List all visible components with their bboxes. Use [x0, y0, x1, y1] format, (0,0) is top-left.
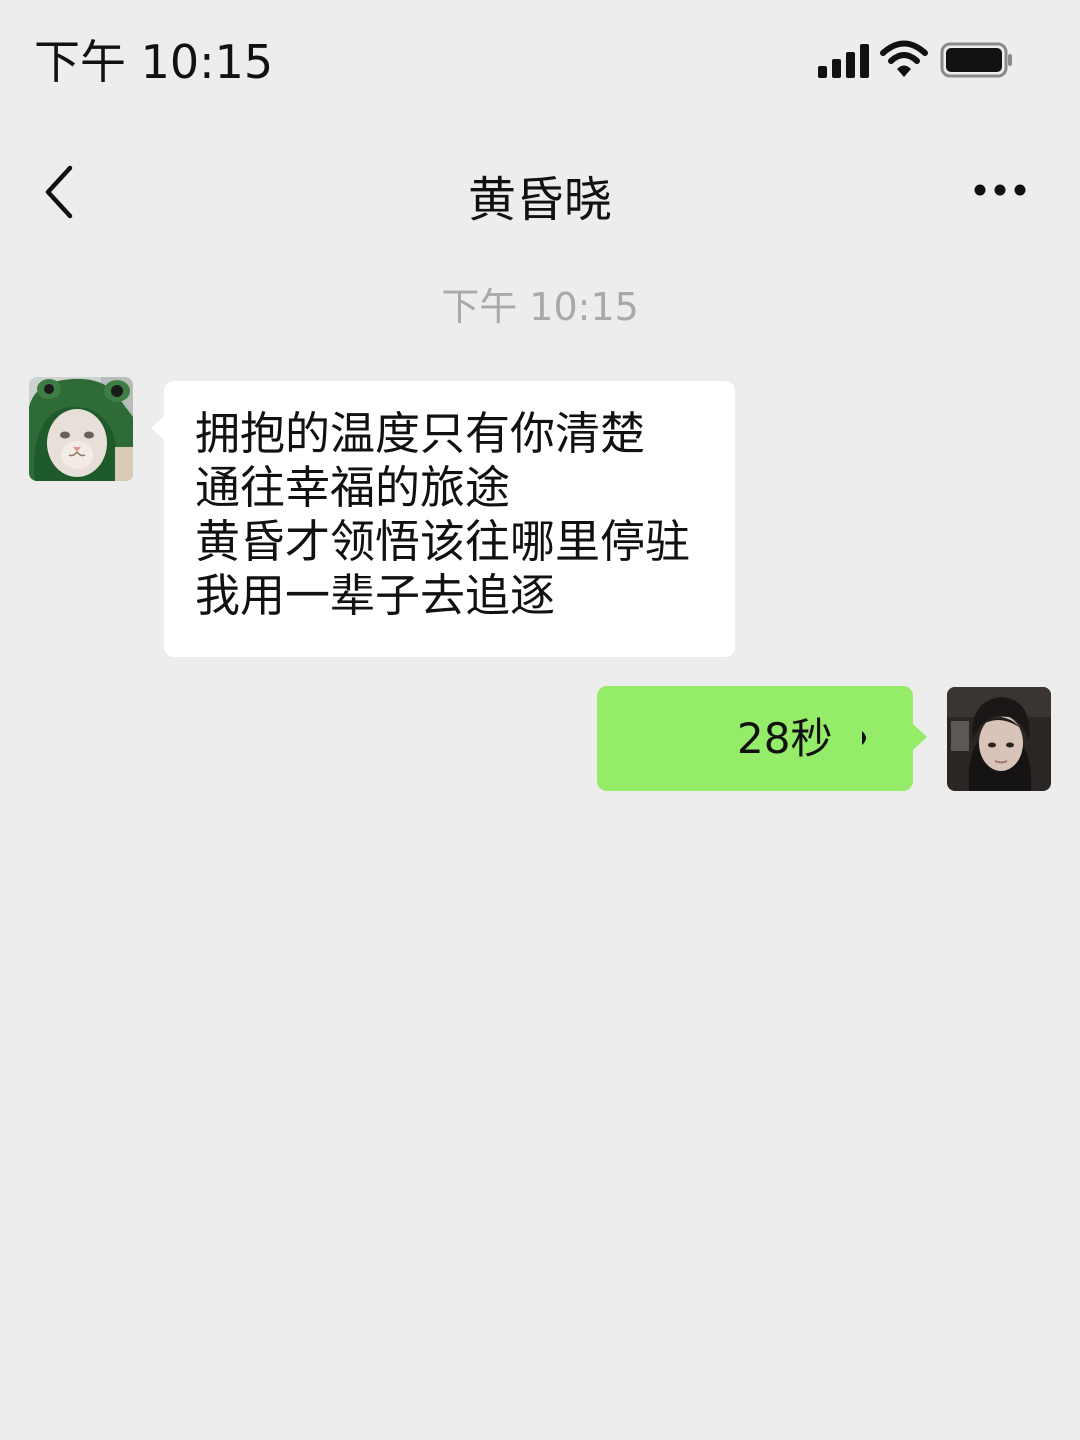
message-line: 黄昏才领悟该往哪里停驻 — [195, 515, 691, 568]
message-line: 我用一辈子去追逐 — [195, 569, 556, 622]
voice-duration: 28秒 — [737, 714, 833, 763]
nav-bar: 黄昏晓 — [0, 140, 1080, 250]
incoming-message-bubble[interactable]: 拥抱的温度只有你清楚 通往幸福的旅途 黄昏才领悟该往哪里停驻 我用一辈子去追逐 — [151, 381, 735, 657]
status-bar: 下午 10:15 — [0, 0, 1080, 120]
chat-title: 黄昏晓 — [467, 172, 612, 228]
message-line: 拥抱的温度只有你清楚 — [195, 407, 646, 460]
signal-icon — [818, 44, 869, 78]
status-time: 下午 10:15 — [34, 35, 274, 89]
voice-message-bubble[interactable]: 28秒 — [597, 686, 927, 791]
user-portrait-avatar[interactable] — [947, 687, 1051, 791]
chat-timestamp: 下午 10:15 — [441, 285, 639, 329]
frog-hood-cat-avatar[interactable] — [29, 377, 133, 481]
voice-wave-icon — [862, 731, 866, 745]
battery-icon — [940, 42, 1012, 78]
wifi-icon — [880, 40, 928, 77]
more-horizontal-icon[interactable] — [968, 176, 1032, 204]
message-line: 通往幸福的旅途 — [195, 461, 511, 514]
